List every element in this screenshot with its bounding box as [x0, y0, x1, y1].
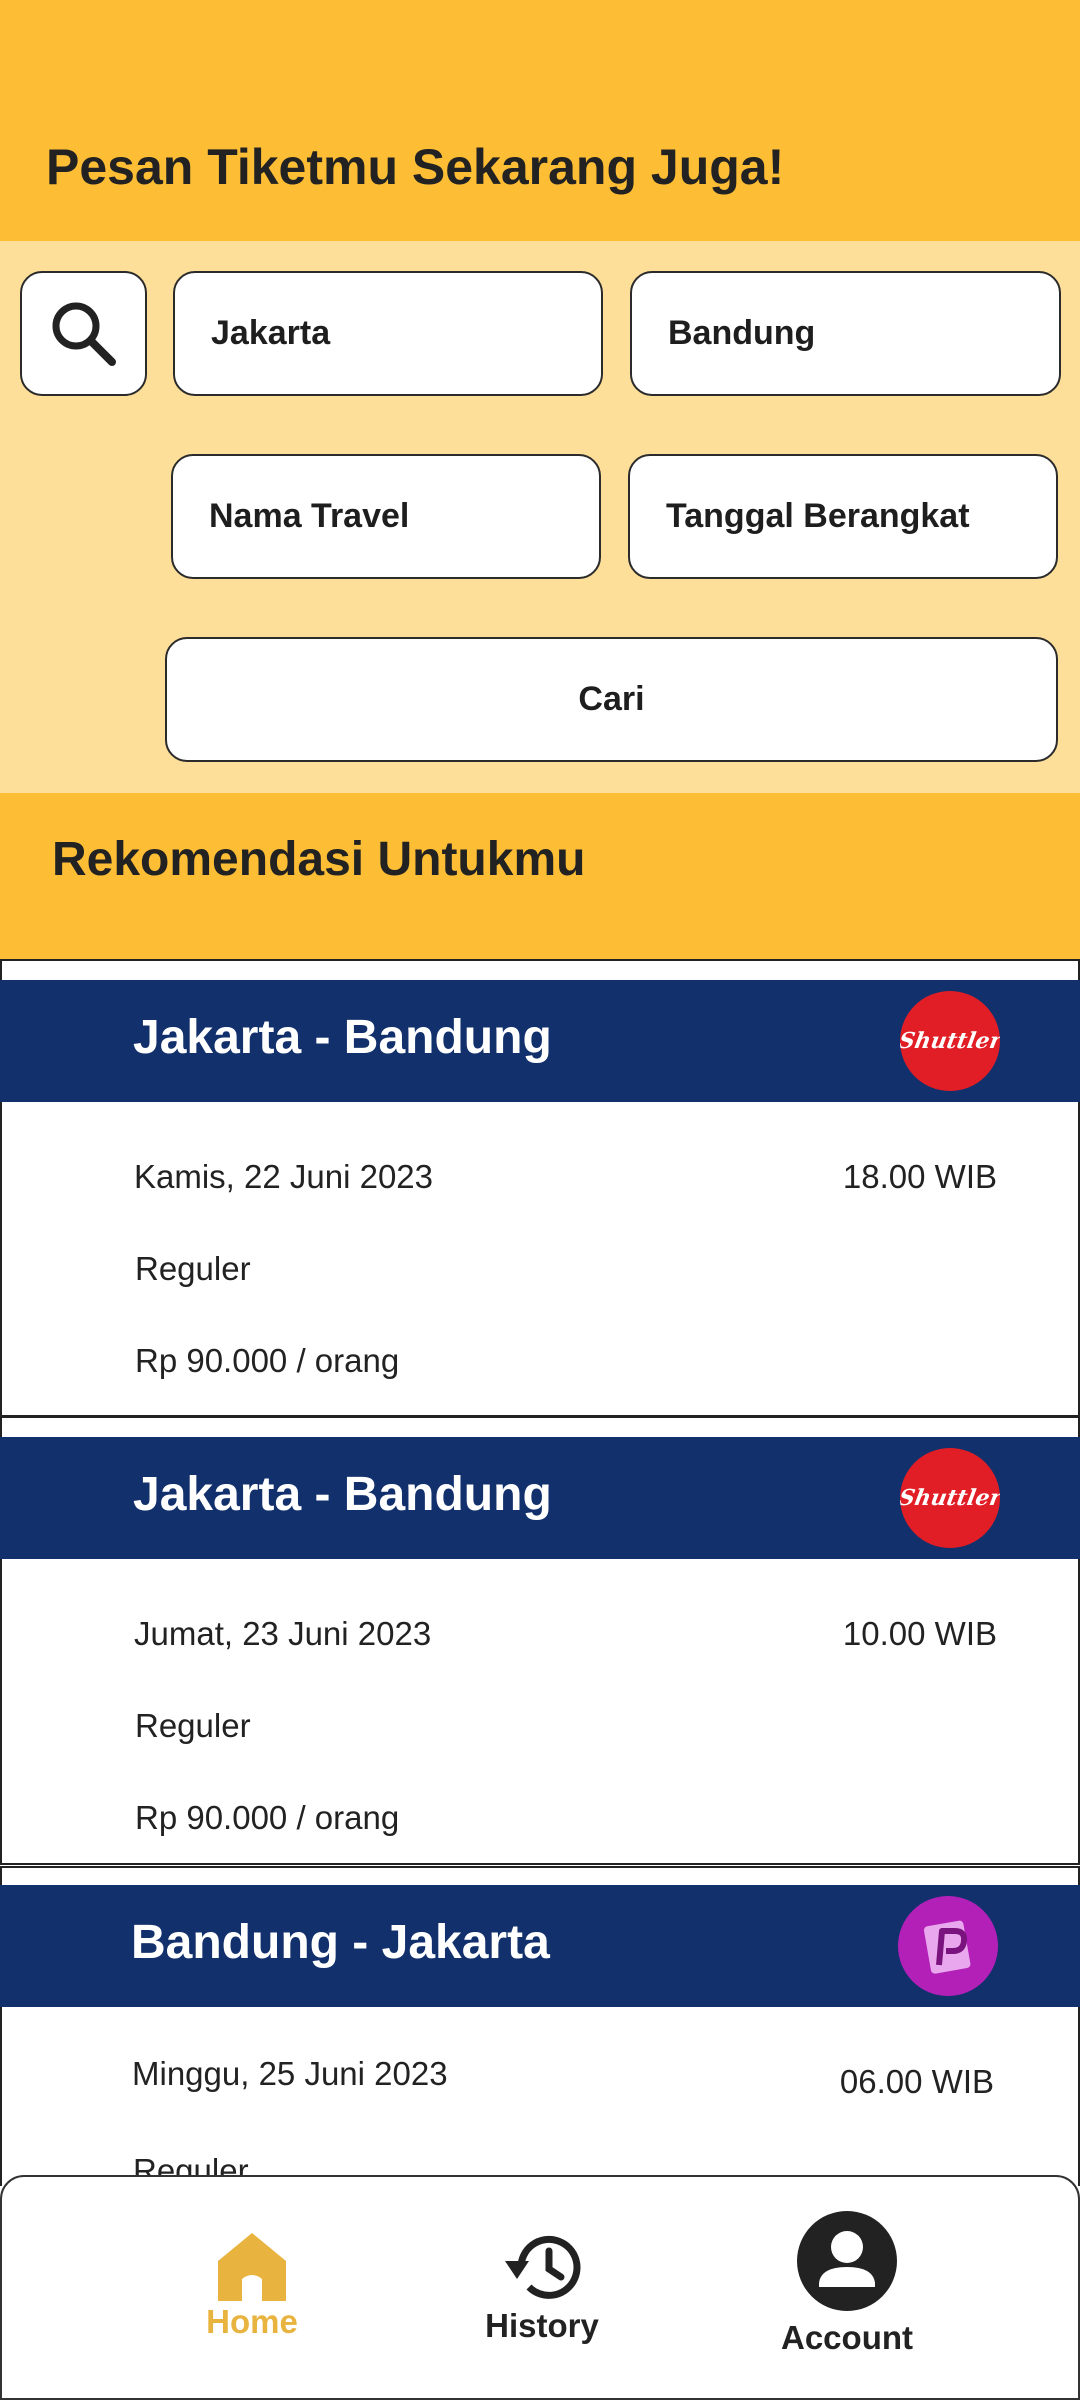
history-icon — [505, 2235, 581, 2299]
trip-date: Minggu, 25 Juni 2023 — [132, 2055, 448, 2092]
trip-route: Jakarta - Bandung — [133, 1468, 552, 1521]
trip-card-header: Jakarta - Bandung Shuttler — [0, 1437, 1080, 1559]
trip-class: Reguler — [135, 1250, 251, 1287]
bottom-navigation: Home History Account — [0, 2175, 1080, 2400]
nav-home[interactable]: Home — [187, 2227, 317, 2341]
trip-card-header: Jakarta - Bandung Shuttler — [0, 980, 1080, 1102]
nav-account[interactable]: Account — [767, 2209, 927, 2357]
nav-history-label: History — [485, 2307, 599, 2344]
shuttle-logo-icon: Shuttler — [900, 1448, 1000, 1548]
nav-account-label: Account — [781, 2319, 913, 2356]
trip-time: 18.00 WIB — [842, 1158, 997, 1195]
logo-text: Shuttler — [900, 1028, 1000, 1054]
p-logo-icon — [898, 1896, 998, 1996]
travel-name-placeholder: Nama Travel — [209, 497, 410, 535]
trip-route: Bandung - Jakarta — [131, 1916, 550, 1969]
trip-card-header: Bandung - Jakarta — [0, 1885, 1080, 2007]
trip-price: Rp 90.000 / orang — [135, 1342, 400, 1379]
page-title: Pesan Tiketmu Sekarang Juga! — [46, 139, 785, 195]
account-icon — [797, 2211, 897, 2311]
submit-search-button[interactable]: Cari — [165, 637, 1058, 762]
trip-time: 06.00 WIB — [839, 2063, 994, 2100]
trip-date: Kamis, 22 Juni 2023 — [134, 1158, 434, 1195]
departure-date-placeholder: Tanggal Berangkat — [666, 497, 970, 535]
nav-home-label: Home — [206, 2303, 298, 2340]
recommendation-title: Rekomendasi Untukmu — [52, 833, 586, 886]
destination-value: Bandung — [668, 314, 816, 352]
trip-class: Reguler — [135, 1707, 251, 1744]
trip-price: Rp 90.000 / orang — [135, 1799, 400, 1836]
trip-route: Jakarta - Bandung — [133, 1011, 552, 1064]
p-logo-glyph — [923, 1920, 971, 1974]
submit-search-label: Cari — [578, 680, 645, 718]
trip-date: Jumat, 23 Juni 2023 — [134, 1615, 432, 1652]
search-icon — [52, 302, 116, 366]
logo-text: Shuttler — [900, 1485, 1000, 1511]
search-button[interactable] — [20, 271, 147, 396]
trip-time: 10.00 WIB — [842, 1615, 997, 1652]
origin-value: Jakarta — [211, 314, 331, 352]
nav-history[interactable]: History — [467, 2227, 617, 2345]
destination-field[interactable]: Bandung — [630, 271, 1061, 396]
header-bar — [0, 0, 1080, 241]
origin-field[interactable]: Jakarta — [173, 271, 603, 396]
departure-date-field[interactable]: Tanggal Berangkat — [628, 454, 1058, 579]
home-icon — [218, 2233, 286, 2301]
travel-name-field[interactable]: Nama Travel — [171, 454, 601, 579]
shuttle-logo-icon: Shuttler — [900, 991, 1000, 1091]
